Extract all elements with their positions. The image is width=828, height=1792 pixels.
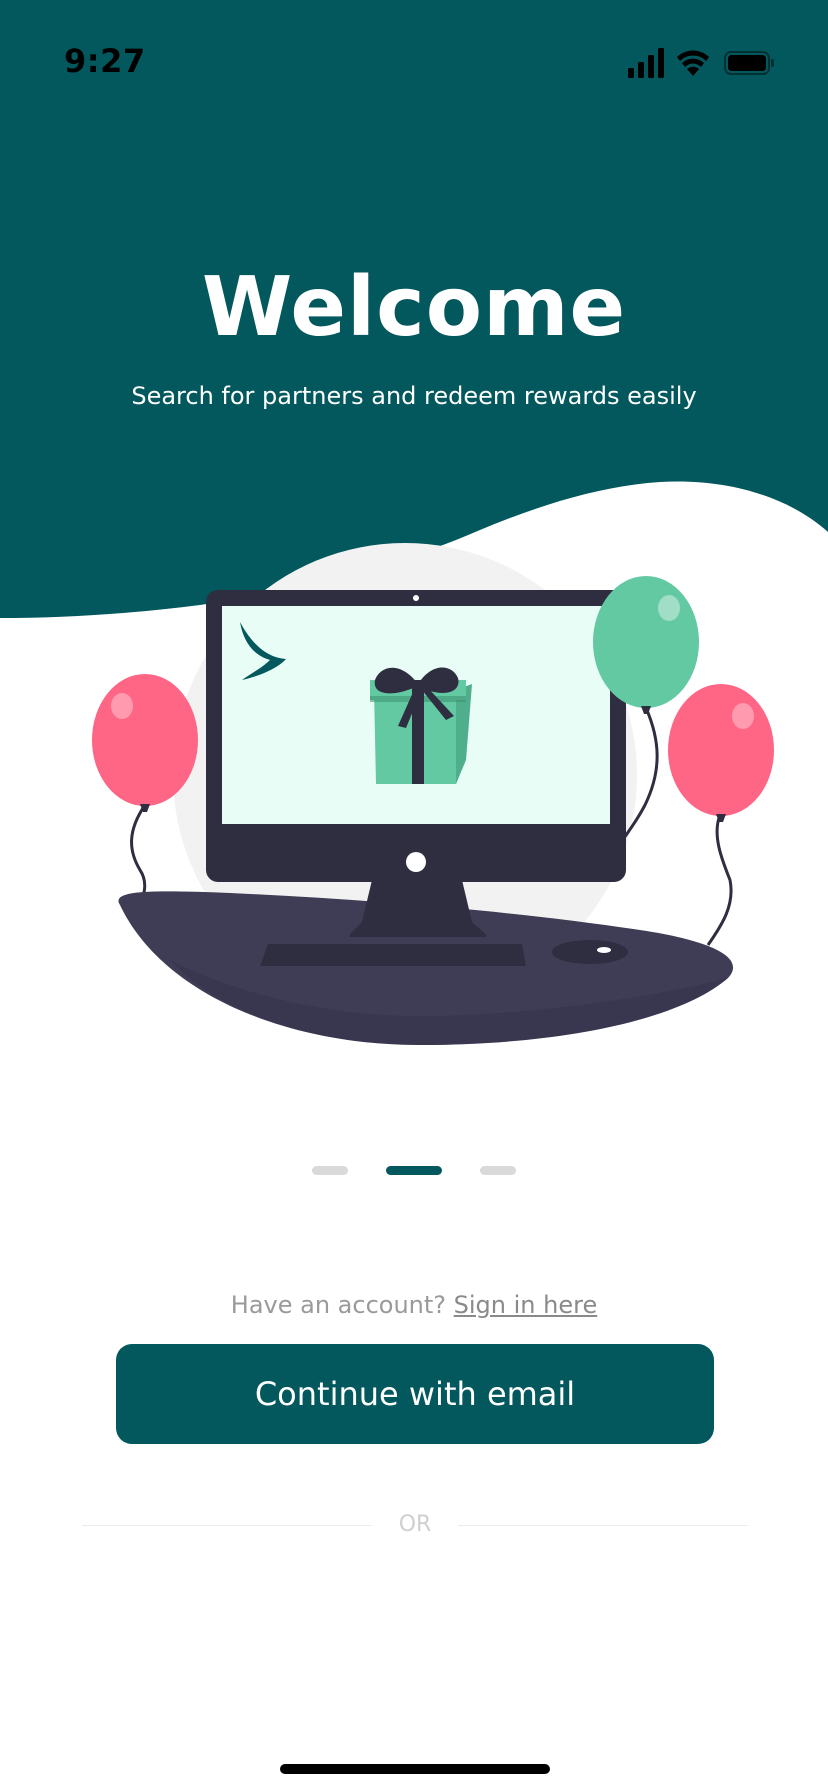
account-prompt: Have an account? Sign in here <box>0 1288 828 1322</box>
status-time: 9:27 <box>64 42 146 80</box>
home-indicator[interactable] <box>280 1764 550 1774</box>
status-bar: 9:27 <box>0 0 828 120</box>
welcome-subtitle: Search for partners and redeem rewards e… <box>131 382 697 410</box>
page-indicator <box>0 1166 828 1176</box>
or-divider: OR <box>82 1510 748 1540</box>
status-icons <box>628 48 798 82</box>
balloon-pink-right <box>668 684 774 822</box>
gift-box-icon <box>370 667 472 784</box>
monitor-camera <box>413 595 419 601</box>
balloon-string-right <box>706 814 733 946</box>
divider-line-right <box>458 1525 748 1526</box>
continue-with-email-button[interactable]: Continue with email <box>116 1344 714 1444</box>
page-indicator-dot-active[interactable] <box>386 1166 442 1175</box>
battery-icon <box>724 51 774 75</box>
mouse <box>552 940 628 964</box>
monitor-power-button <box>406 852 426 872</box>
welcome-illustration <box>92 543 774 1045</box>
keyboard <box>260 944 526 966</box>
page-indicator-dot[interactable] <box>312 1166 348 1175</box>
page-indicator-dot[interactable] <box>480 1166 516 1175</box>
cellular-signal-icon <box>628 48 664 78</box>
sign-in-link[interactable]: Sign in here <box>454 1291 598 1319</box>
welcome-screen: 9:27 Welcome Search for partners and red… <box>0 0 828 1792</box>
mouse-highlight <box>597 947 611 953</box>
welcome-title: Welcome <box>201 260 627 355</box>
wifi-icon <box>677 50 709 76</box>
account-prompt-text: Have an account? <box>230 1291 447 1319</box>
